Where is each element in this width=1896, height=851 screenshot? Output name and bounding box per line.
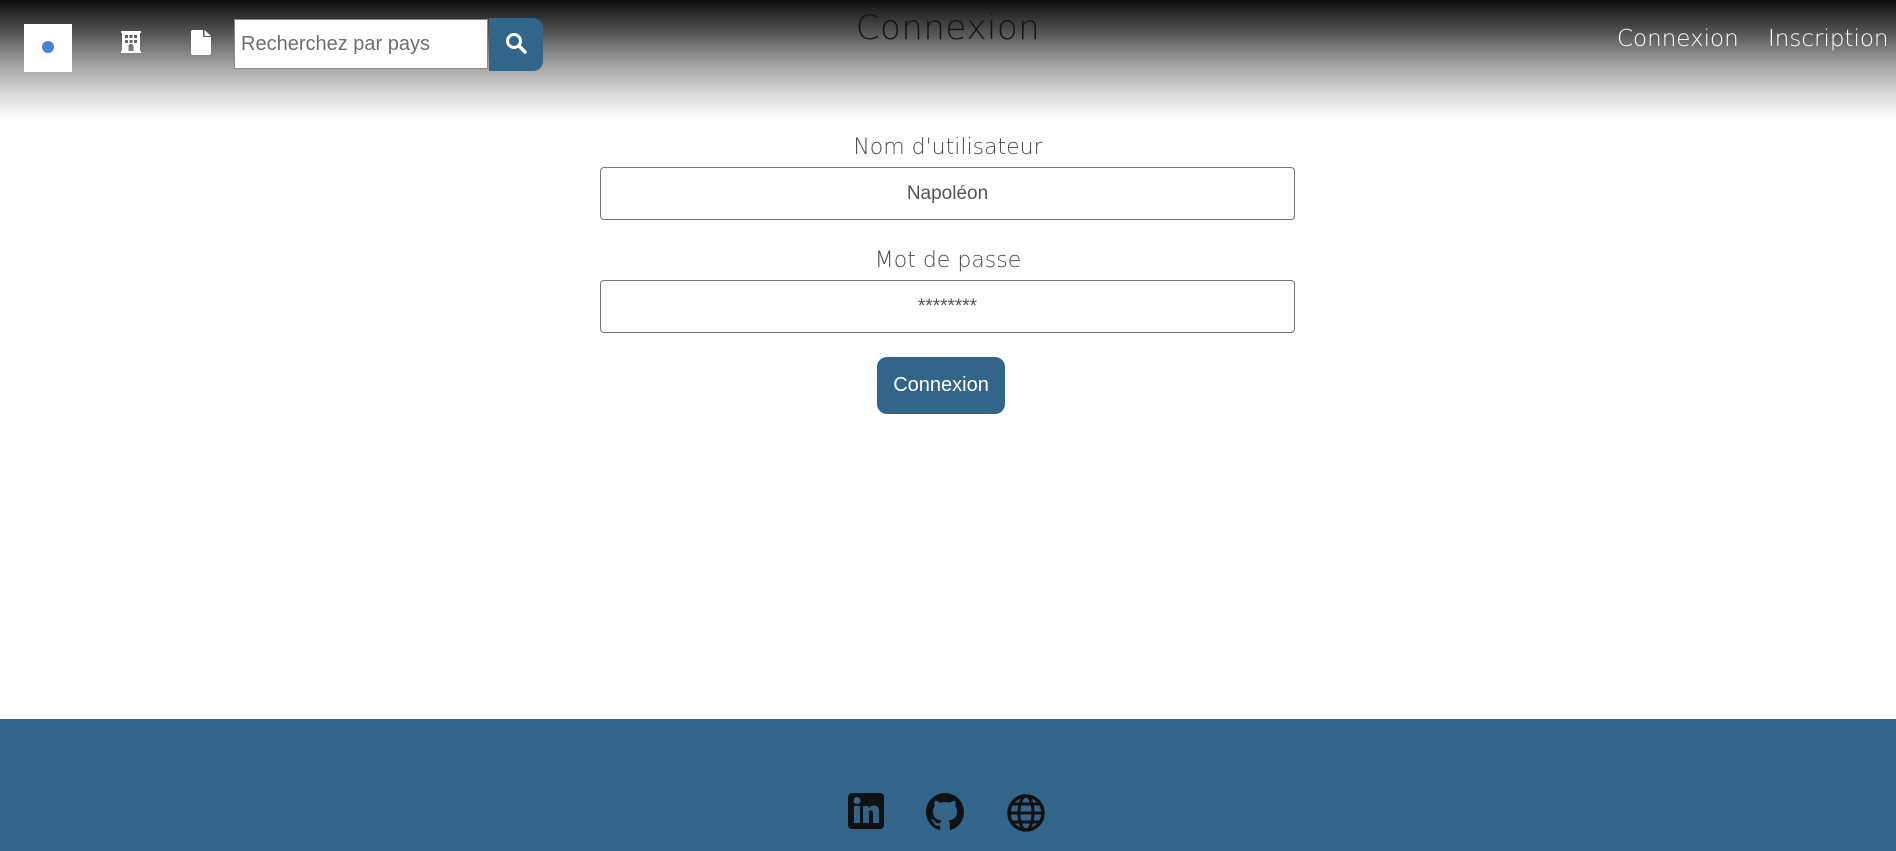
github-icon[interactable] [926,793,964,835]
password-label: Mot de passe [874,248,1022,273]
globe-icon[interactable] [1006,793,1046,837]
username-field[interactable] [600,167,1295,220]
linkedin-icon[interactable] [848,793,884,833]
login-submit-button[interactable]: Connexion [877,357,1005,414]
password-field[interactable] [600,280,1295,333]
username-label: Nom d'utilisateur [853,135,1043,160]
nav-link-login[interactable]: Connexion [1617,26,1739,52]
page-title: Connexion [855,8,1041,48]
nav-link-signup[interactable]: Inscription [1768,26,1889,52]
header: Connexion Connexion Inscription [0,0,1896,118]
